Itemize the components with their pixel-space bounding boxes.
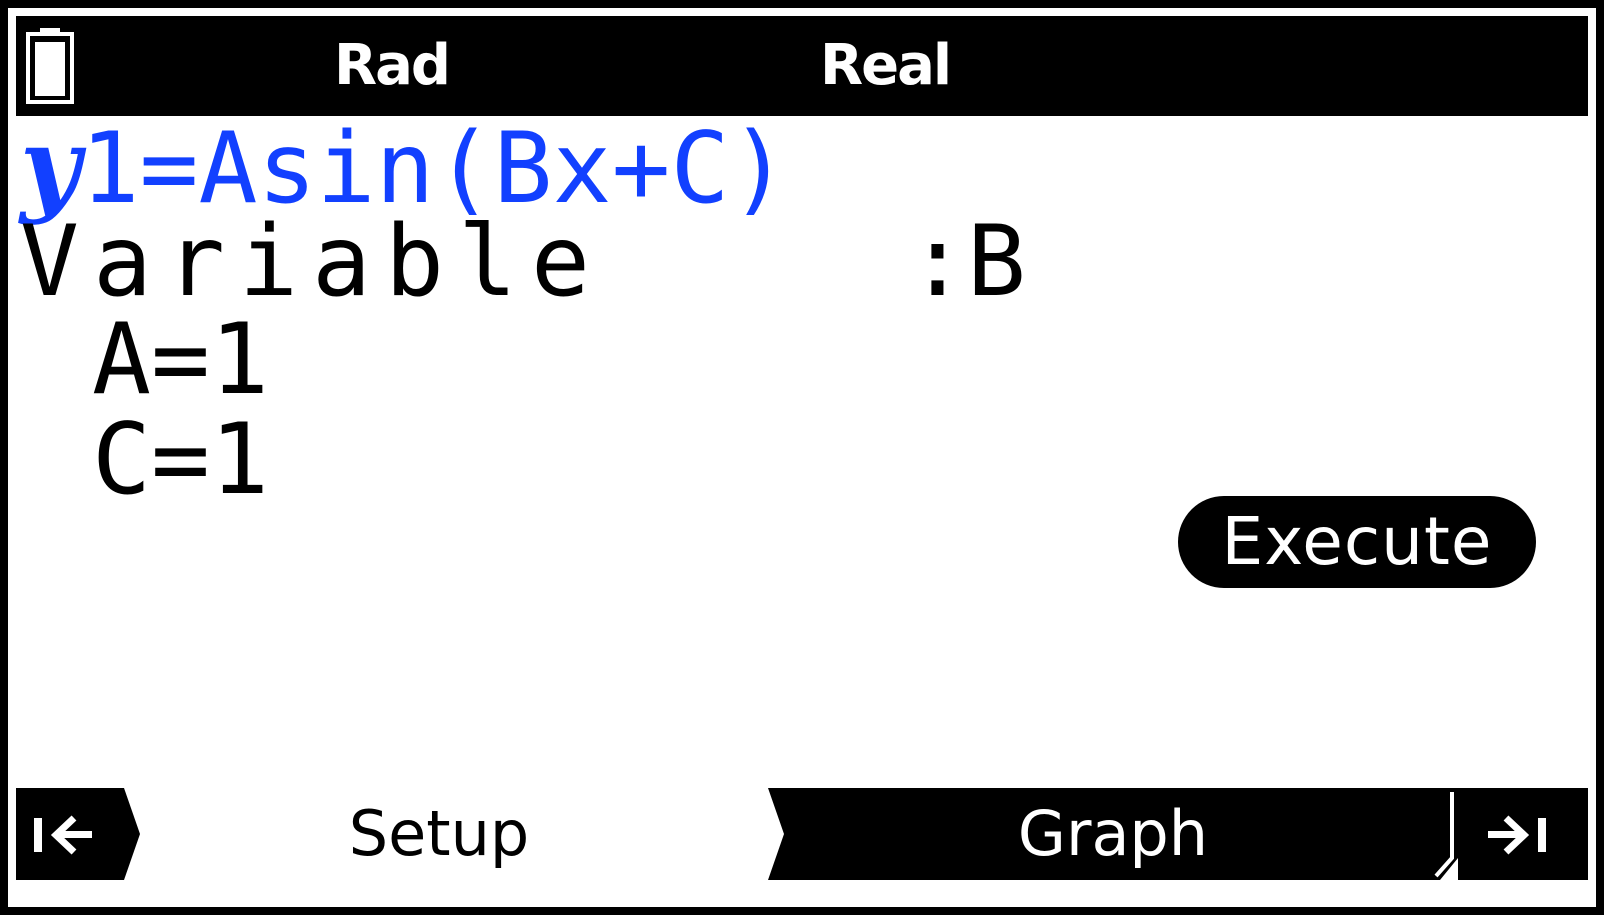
variable-value[interactable]: :B — [908, 212, 1026, 312]
calculator-screen: Rad Real y1=Asin(Bx+C) Variable :B A=1 C… — [8, 8, 1596, 907]
execute-button[interactable]: Execute — [1178, 496, 1536, 588]
status-bar: Rad Real — [16, 16, 1588, 116]
skip-to-end-icon — [1458, 788, 1588, 880]
graph-tab[interactable]: Graph — [768, 788, 1458, 880]
bottom-function-bar: Setup Graph — [16, 788, 1588, 880]
function-expression: y1=Asin(Bx+C) — [20, 114, 788, 220]
skip-to-start-icon — [16, 788, 140, 880]
scroll-right-button[interactable] — [1458, 788, 1588, 880]
parameter-c[interactable]: C=1 — [92, 410, 269, 510]
complex-mode-indicator: Real — [820, 33, 952, 98]
scroll-left-button[interactable] — [16, 788, 146, 880]
battery-icon — [26, 28, 74, 104]
angle-unit-indicator: Rad — [334, 33, 451, 98]
setup-tab[interactable]: Setup — [146, 788, 772, 880]
variable-label: Variable — [20, 205, 605, 319]
parameter-a[interactable]: A=1 — [92, 310, 269, 410]
graph-tab-label: Graph — [1017, 797, 1209, 870]
